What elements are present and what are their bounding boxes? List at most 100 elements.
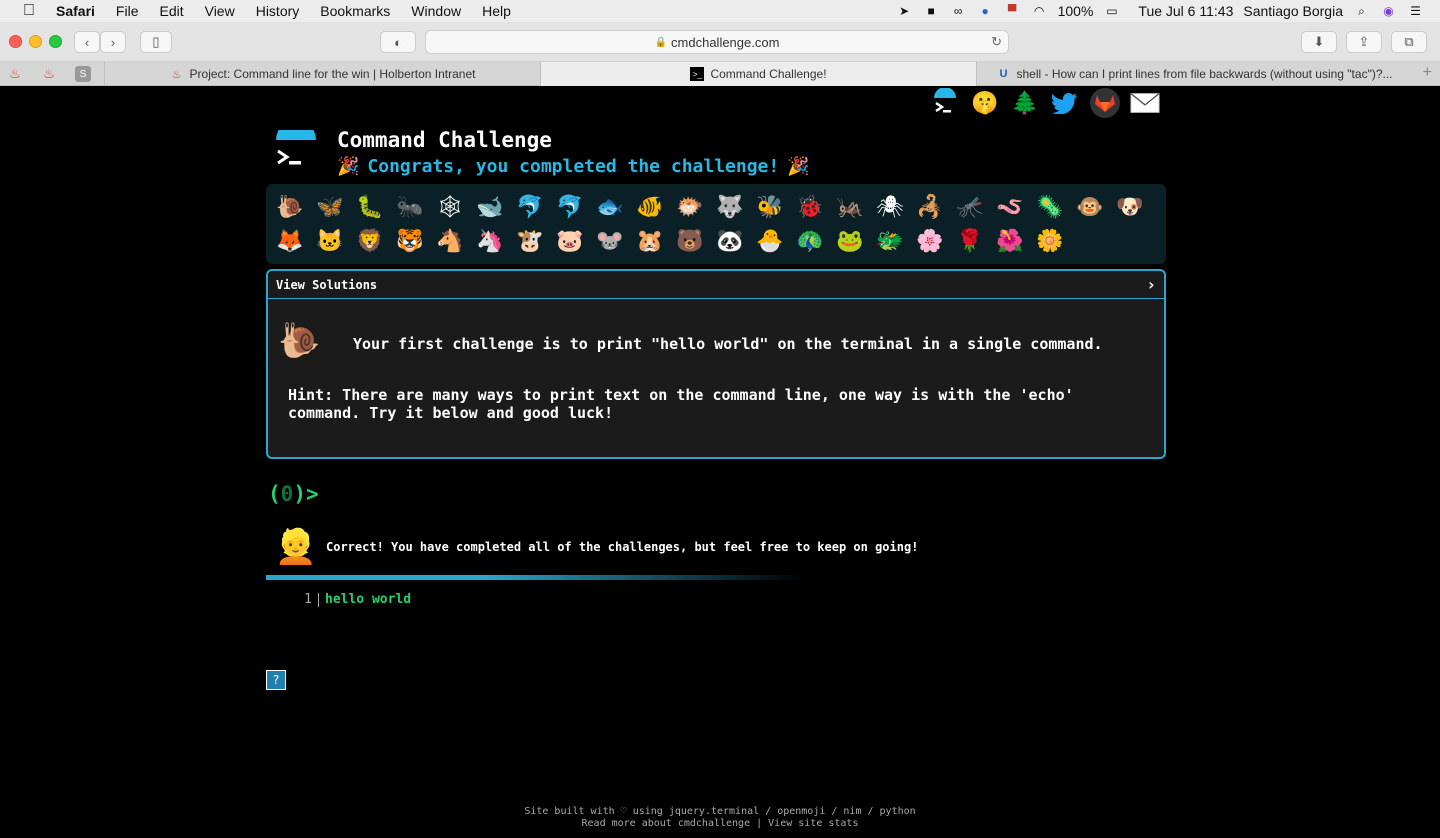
clock[interactable]: Tue Jul 6 11:43: [1138, 3, 1233, 19]
challenge-animal-icon[interactable]: 🐭: [590, 224, 630, 258]
challenge-animal-icon[interactable]: 🐹: [630, 224, 670, 258]
tab-label: Command Challenge!: [710, 67, 827, 81]
challenge-animal-icon[interactable]: 🐷: [550, 224, 590, 258]
challenge-animal-icon[interactable]: 🐮: [510, 224, 550, 258]
holberton-favicon-icon: ♨: [171, 68, 182, 81]
pinned-tab-holberton-1-icon[interactable]: ♨: [4, 64, 26, 84]
challenge-animal-icon[interactable]: 🐌: [270, 190, 310, 224]
challenge-animal-icon[interactable]: 🪱: [990, 190, 1030, 224]
window-close-button[interactable]: [9, 35, 22, 48]
battery-icon[interactable]: ▭: [1103, 4, 1120, 19]
challenge-animal-icon[interactable]: 🐴: [430, 224, 470, 258]
challenge-animal-icon[interactable]: 🐼: [710, 224, 750, 258]
challenge-animal-icon[interactable]: 🦗: [830, 190, 870, 224]
challenge-animal-icon[interactable]: 🦚: [790, 224, 830, 258]
location-icon[interactable]: ➤: [896, 4, 913, 19]
challenge-animal-icon[interactable]: 🐻: [670, 224, 710, 258]
challenge-animal-icon[interactable]: 🐣: [750, 224, 790, 258]
challenge-animal-icon[interactable]: 🦊: [270, 224, 310, 258]
help-button[interactable]: ?: [266, 670, 286, 690]
challenge-animal-icon[interactable]: 🦂: [910, 190, 950, 224]
wifi-icon[interactable]: ◠: [1031, 4, 1048, 19]
challenge-animal-icon[interactable]: 🐝: [750, 190, 790, 224]
pinned-tab-s-icon[interactable]: S: [75, 66, 91, 82]
menu-view[interactable]: View: [205, 3, 235, 19]
challenge-animal-icon[interactable]: 🌼: [1030, 224, 1070, 258]
tab-holberton-project[interactable]: ♨ Project: Command line for the win | Ho…: [104, 62, 540, 86]
input-source-icon[interactable]: ▀: [1004, 4, 1021, 19]
sidebar-toggle-icon[interactable]: ▯: [140, 31, 172, 53]
challenge-animal-icon[interactable]: 🦟: [950, 190, 990, 224]
menu-edit[interactable]: Edit: [159, 3, 183, 19]
menu-bookmarks[interactable]: Bookmarks: [320, 3, 390, 19]
cmdchallenge-terminal-icon[interactable]: [930, 88, 960, 118]
challenge-animal-icon[interactable]: 🐋: [470, 190, 510, 224]
challenge-animal-icon[interactable]: 🐺: [710, 190, 750, 224]
control-center-icon[interactable]: ☰: [1407, 4, 1424, 19]
creative-cloud-icon[interactable]: ∞: [950, 4, 967, 19]
window-fullscreen-button[interactable]: [49, 35, 62, 48]
challenge-animal-icon[interactable]: 🐵: [1070, 190, 1110, 224]
tab-overview-icon[interactable]: ⧉: [1391, 31, 1427, 53]
challenge-animal-icon[interactable]: 🌹: [950, 224, 990, 258]
tree-icon[interactable]: 🌲: [1010, 88, 1040, 118]
pinned-tab-holberton-2-icon[interactable]: ♨: [38, 64, 60, 84]
challenge-animal-icon[interactable]: 🕸: [430, 190, 470, 224]
menu-file[interactable]: File: [116, 3, 139, 19]
challenge-animal-icon[interactable]: 🌺: [990, 224, 1030, 258]
page-footer: Site built with ♡ using jquery.terminal …: [0, 806, 1440, 830]
page-title: Command Challenge: [337, 128, 552, 152]
challenge-animal-icon[interactable]: 🐡: [670, 190, 710, 224]
gitlab-icon[interactable]: [1090, 88, 1120, 118]
address-bar[interactable]: 🔒 cmdchallenge.com ↻: [425, 30, 1009, 54]
menu-help[interactable]: Help: [482, 3, 511, 19]
terminal-prompt[interactable]: (0)>: [268, 482, 319, 506]
challenge-hint: Hint: There are many ways to print text …: [288, 386, 1074, 422]
siri-icon[interactable]: ◉: [1380, 4, 1397, 19]
challenge-animal-icon[interactable]: 🦠: [1030, 190, 1070, 224]
challenge-animal-icon[interactable]: 🐟: [590, 190, 630, 224]
challenge-animal-icon[interactable]: 🕷: [870, 190, 910, 224]
challenge-animal-icon[interactable]: 🐜: [390, 190, 430, 224]
challenge-animal-icon[interactable]: 🐛: [350, 190, 390, 224]
tab-command-challenge[interactable]: >_ Command Challenge!: [540, 62, 976, 86]
menu-history[interactable]: History: [256, 3, 300, 19]
apple-icon[interactable]: : [20, 2, 38, 20]
challenge-animal-icon[interactable]: 🐯: [390, 224, 430, 258]
challenge-animal-icon[interactable]: 🦋: [310, 190, 350, 224]
menu-app-safari[interactable]: Safari: [56, 3, 95, 19]
challenge-animal-icon[interactable]: 🐲: [870, 224, 910, 258]
email-icon[interactable]: [1130, 88, 1160, 118]
window-minimize-button[interactable]: [29, 35, 42, 48]
challenge-animal-icon[interactable]: 🐞: [790, 190, 830, 224]
challenge-animal-icon[interactable]: 🐸: [830, 224, 870, 258]
menu-window[interactable]: Window: [411, 3, 461, 19]
downloads-icon[interactable]: ⬇: [1301, 31, 1337, 53]
forward-button[interactable]: ›: [100, 31, 126, 53]
privacy-shield-icon[interactable]: ◐: [380, 31, 416, 53]
battery-percent[interactable]: 100%: [1058, 3, 1094, 19]
challenge-animal-icon[interactable]: 🐬: [550, 190, 590, 224]
notification-icon[interactable]: ■: [923, 4, 940, 19]
challenge-animal-icon[interactable]: 🐶: [1110, 190, 1150, 224]
spotlight-search-icon[interactable]: ⌕: [1353, 4, 1370, 19]
tab-stackexchange[interactable]: U shell - How can I print lines from fil…: [976, 62, 1412, 86]
challenge-animal-icon[interactable]: 🐬: [510, 190, 550, 224]
user-name[interactable]: Santiago Borgia: [1243, 3, 1343, 19]
view-solutions-toggle[interactable]: View Solutions ›: [268, 271, 1164, 299]
congrats-banner: 🎉 Congrats, you completed the challenge!…: [337, 156, 810, 177]
divider-line: [266, 575, 806, 580]
challenge-animal-icon[interactable]: 🌸: [910, 224, 950, 258]
footer-links[interactable]: Read more about cmdchallenge | View site…: [0, 818, 1440, 830]
share-icon[interactable]: ⇪: [1346, 31, 1382, 53]
shushing-face-icon[interactable]: 🤫: [970, 88, 1000, 118]
challenge-animal-icon[interactable]: 🐠: [630, 190, 670, 224]
challenge-animal-icon[interactable]: 🦁: [350, 224, 390, 258]
twitter-icon[interactable]: [1050, 88, 1080, 118]
reload-icon[interactable]: ↻: [991, 34, 1002, 50]
vpn-icon[interactable]: ●: [977, 4, 994, 19]
challenge-animal-icon[interactable]: 🐱: [310, 224, 350, 258]
challenge-animal-icon[interactable]: 🦄: [470, 224, 510, 258]
back-button[interactable]: ‹: [74, 31, 100, 53]
new-tab-button[interactable]: +: [1423, 64, 1432, 82]
